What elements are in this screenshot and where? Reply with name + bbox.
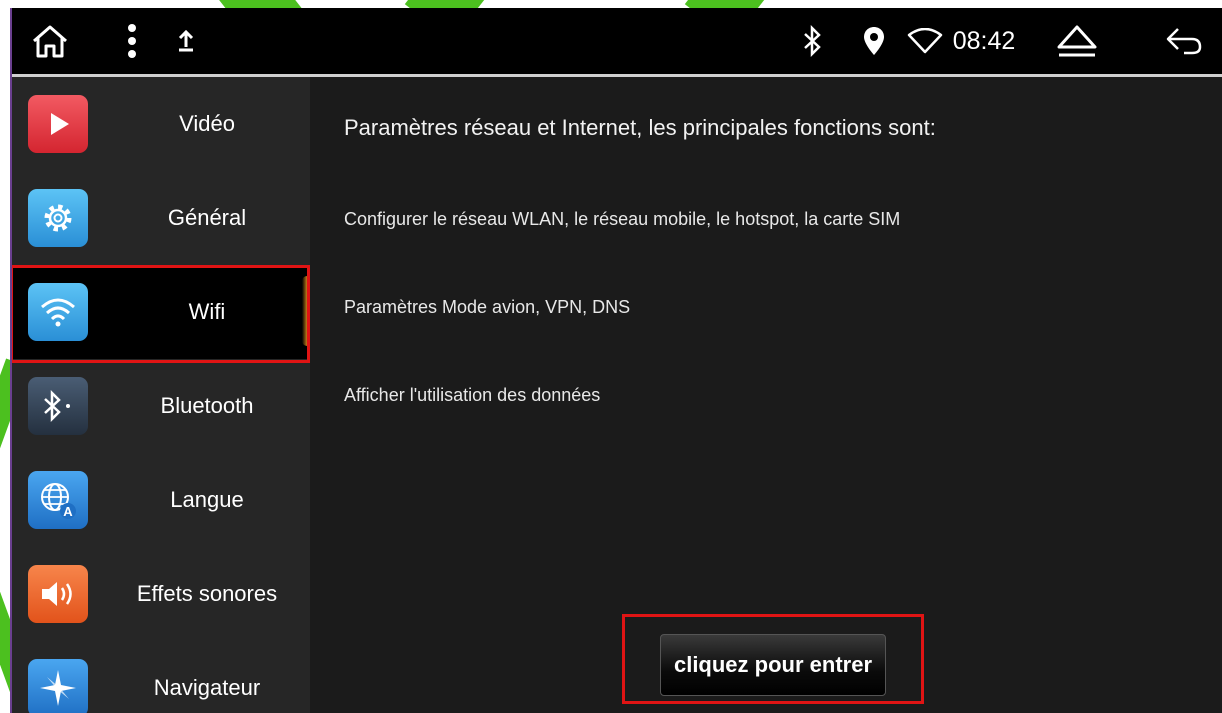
- sidebar-item-navigator[interactable]: Navigateur: [12, 641, 310, 713]
- location-icon: [860, 8, 888, 74]
- compass-icon: [28, 659, 88, 713]
- sidebar-item-label: Wifi: [188, 299, 226, 324]
- sidebar-item-label: Effets sonores: [136, 581, 278, 606]
- sidebar-item-label: Langue: [170, 487, 244, 512]
- wifi-icon: [906, 8, 944, 74]
- feature-line-data-usage: Afficher l'utilisation des données: [344, 385, 601, 405]
- back-icon[interactable]: [1160, 8, 1208, 74]
- clock: 08:42: [952, 26, 1016, 55]
- bluetooth-icon: [28, 377, 88, 435]
- sidebar-item-label: Général: [167, 205, 247, 230]
- play-icon: [28, 95, 88, 153]
- eject-icon[interactable]: [1052, 8, 1102, 74]
- upload-icon[interactable]: [172, 8, 200, 74]
- status-bar: 08:42: [12, 8, 1222, 77]
- head-unit-screen: 08:42 Vidéo Général Wifi Bluetooth A Lan…: [10, 8, 1222, 713]
- feature-line-wlan: Configurer le réseau WLAN, le réseau mob…: [344, 209, 901, 229]
- more-vert-icon[interactable]: [120, 8, 144, 74]
- sidebar-item-label: Navigateur: [153, 675, 261, 700]
- page-title: Paramètres réseau et Internet, les princ…: [344, 115, 936, 140]
- sidebar-item-wifi[interactable]: Wifi: [12, 265, 310, 360]
- sidebar-item-label: Vidéo: [179, 111, 235, 136]
- sidebar-item-general[interactable]: Général: [12, 171, 310, 266]
- wifi-icon: [28, 283, 88, 341]
- settings-sidebar: Vidéo Général Wifi Bluetooth A Langue Ef…: [12, 77, 310, 713]
- sidebar-item-bluetooth[interactable]: Bluetooth: [12, 359, 310, 454]
- bluetooth-icon: [798, 8, 828, 74]
- sidebar-item-language[interactable]: A Langue: [12, 453, 310, 548]
- sidebar-item-label: Bluetooth: [160, 393, 254, 418]
- svg-text:A: A: [63, 504, 73, 519]
- globe-language-icon: A: [28, 471, 88, 529]
- sidebar-item-video[interactable]: Vidéo: [12, 77, 310, 172]
- feature-line-airplane: Paramètres Mode avion, VPN, DNS: [344, 297, 631, 317]
- home-icon[interactable]: [30, 8, 70, 74]
- gear-icon: [28, 189, 88, 247]
- speaker-icon: [28, 565, 88, 623]
- sidebar-item-sound-effects[interactable]: Effets sonores: [12, 547, 310, 642]
- enter-button-highlight: [622, 614, 924, 704]
